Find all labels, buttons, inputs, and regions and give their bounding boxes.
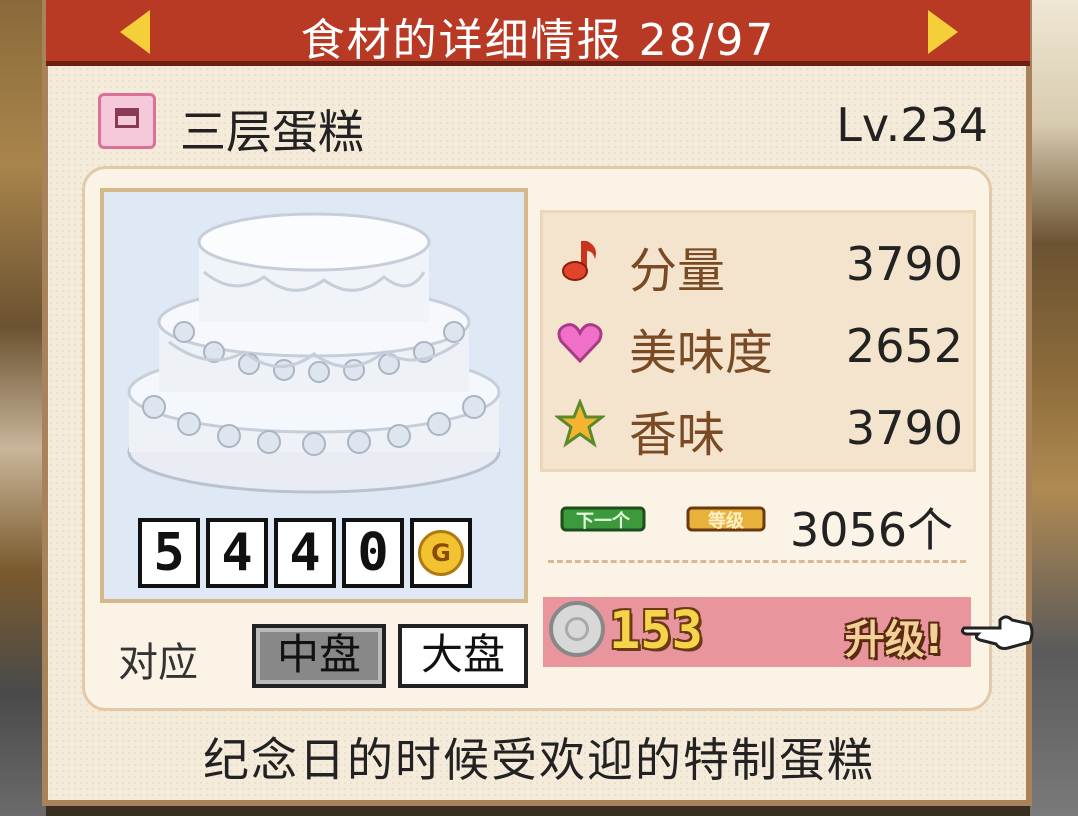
background-scene-left — [0, 0, 46, 816]
upgrade-button[interactable]: 153 升级! — [543, 597, 971, 667]
stat-value: 3790 — [845, 237, 963, 291]
item-description: 纪念日的时候受欢迎的特制蛋糕 — [203, 733, 875, 787]
currency-label: G — [418, 530, 464, 576]
next-arrow-icon[interactable] — [928, 10, 958, 54]
stat-row-quantity: 分量 3790 — [543, 223, 973, 303]
item-level: Lv.234 — [836, 98, 988, 152]
price-digit: 4 — [274, 518, 336, 588]
star-icon — [555, 399, 605, 448]
price-display: 5 4 4 0 G — [138, 518, 472, 590]
stat-label: 香味 — [629, 407, 726, 463]
upgrade-cost: 153 — [609, 601, 703, 661]
price-digit: 5 — [138, 518, 200, 588]
item-name: 三层蛋糕 — [180, 105, 364, 159]
dashed-divider — [548, 560, 966, 563]
cake-category-icon — [98, 93, 156, 149]
stat-label: 美味度 — [629, 325, 774, 381]
stat-value: 2652 — [845, 319, 963, 373]
title-bar: 食材的详细情报 28/97 — [46, 0, 1030, 66]
stat-row-taste: 美味度 2652 — [543, 305, 973, 385]
stats-panel: 分量 3790 美味度 2652 香味 3790 — [540, 210, 976, 472]
plate-size-label: 对应 — [118, 640, 198, 686]
upgrade-label: 升级! — [844, 617, 943, 663]
remaining-count: 3056个 — [790, 503, 954, 557]
plate-large-button[interactable]: 大盘 — [398, 624, 528, 688]
level-badge-icon: 等级 — [686, 506, 766, 532]
gold-coin-icon: G — [410, 518, 472, 588]
next-badge-icon: 下一个 — [560, 506, 646, 532]
price-digit: 0 — [342, 518, 404, 588]
silver-coin-icon — [549, 601, 605, 657]
svg-text:等级: 等级 — [708, 510, 745, 532]
stat-row-aroma: 香味 3790 — [543, 387, 973, 467]
pointing-hand-icon — [960, 615, 1034, 650]
plate-medium-button[interactable]: 中盘 — [252, 624, 386, 688]
music-note-icon — [562, 241, 596, 281]
heart-icon — [557, 323, 603, 364]
background-scene-right — [1030, 0, 1078, 816]
svg-text:下一个: 下一个 — [576, 510, 631, 532]
stat-label: 分量 — [629, 243, 726, 299]
three-tier-cake-image — [127, 212, 501, 494]
page-title: 食材的详细情报 28/97 — [300, 15, 776, 66]
stat-value: 3790 — [845, 401, 963, 455]
price-digit: 4 — [206, 518, 268, 588]
